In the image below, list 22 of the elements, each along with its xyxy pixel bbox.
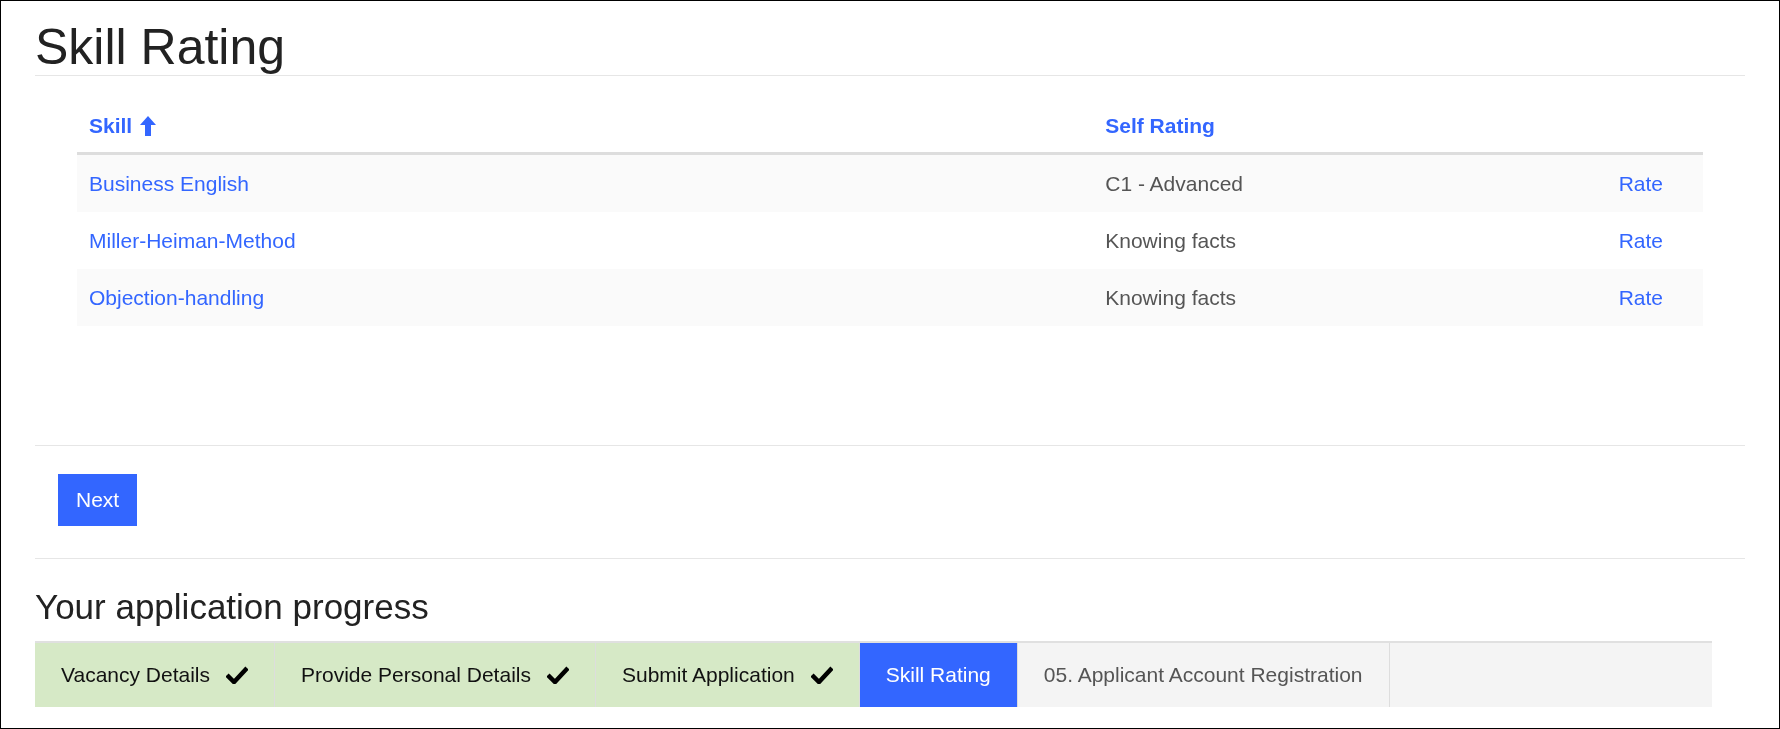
next-button[interactable]: Next: [58, 474, 138, 526]
check-icon: [546, 666, 569, 684]
skill-link[interactable]: Objection-handling: [89, 285, 265, 309]
check-icon: [226, 666, 248, 684]
rate-link[interactable]: Rate: [1618, 228, 1663, 252]
column-header[interactable]: Self Rating: [1105, 114, 1215, 138]
rate-link[interactable]: Rate: [1618, 171, 1663, 195]
rating-text: Knowing facts: [1105, 285, 1236, 309]
skill-link[interactable]: Miller-Heiman-Method: [89, 228, 296, 252]
progress-title: Your application progress: [35, 587, 430, 628]
rating-text: Knowing facts: [1105, 228, 1236, 252]
skill-link[interactable]: Business English: [89, 171, 249, 195]
progress-step: Provide Personal Details: [275, 643, 596, 707]
column-header[interactable]: Skill: [89, 114, 133, 138]
progress-step: Vacancy Details: [35, 643, 275, 707]
page-title: Skill Rating: [35, 19, 1745, 76]
progress-step: Submit Application: [595, 643, 860, 707]
rate-link[interactable]: Rate: [1618, 285, 1663, 309]
check-icon: [810, 666, 833, 684]
sort-ascending-icon: [140, 116, 157, 136]
rating-text: C1 - Advanced: [1105, 171, 1243, 195]
progress-step: Skill Rating: [859, 643, 1018, 707]
